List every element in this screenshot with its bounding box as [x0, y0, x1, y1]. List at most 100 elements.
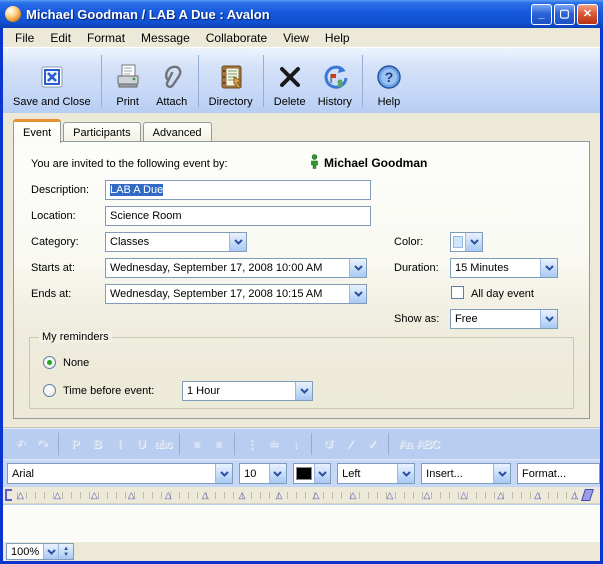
toolbar-separator — [311, 433, 312, 455]
chevron-down-icon[interactable] — [349, 285, 366, 303]
tab-stop-marker[interactable]: △ — [571, 489, 578, 502]
tab-stop-marker[interactable]: △ — [349, 489, 356, 502]
splitter-handle[interactable]: ▲ — [3, 420, 600, 428]
menu-message[interactable]: Message — [133, 30, 198, 46]
reminder-time-select[interactable]: 1 Hour — [182, 381, 313, 401]
chevron-down-icon[interactable] — [493, 464, 510, 483]
highlight-icon[interactable]: Aa — [394, 434, 416, 454]
address-book-icon — [217, 60, 245, 94]
tab-stop-marker[interactable]: △ — [128, 489, 135, 502]
tab-stop-marker[interactable]: △ — [423, 489, 430, 502]
indent-icon[interactable]: ⋮ — [240, 434, 262, 454]
all-day-checkbox[interactable] — [451, 286, 464, 299]
spellcheck-icon[interactable]: ABC — [416, 434, 439, 454]
description-label: Description: — [31, 184, 89, 196]
chevron-down-icon[interactable] — [43, 544, 58, 559]
chevron-down-icon[interactable] — [397, 464, 414, 483]
zoom-control[interactable]: 100% ▲▼ — [6, 543, 74, 560]
pen-icon[interactable]: ∕ — [339, 434, 361, 454]
reminder-time-radio[interactable] — [43, 384, 56, 397]
bullet-list-icon[interactable]: ≡ — [207, 434, 229, 454]
ends-at-select[interactable]: Wednesday, September 17, 2008 10:15 AM — [105, 284, 367, 304]
tab-stop-marker[interactable]: △ — [460, 489, 467, 502]
chevron-down-icon[interactable] — [540, 310, 557, 328]
location-value: Science Room — [110, 210, 182, 222]
tab-stop-marker[interactable]: △ — [239, 489, 246, 502]
accept-icon[interactable]: ✓ — [361, 434, 383, 454]
chevron-down-icon[interactable] — [540, 259, 557, 277]
chevron-down-icon[interactable] — [229, 233, 246, 251]
chevron-down-icon[interactable] — [295, 382, 312, 400]
tab-stop-marker[interactable]: △ — [202, 489, 209, 502]
reminder-none-radio[interactable] — [43, 356, 56, 369]
font-toolbar: Arial 10 Left Insert... Format... — [3, 459, 600, 487]
menu-file[interactable]: File — [7, 30, 42, 46]
show-as-select[interactable]: Free — [450, 309, 558, 329]
description-input[interactable]: LAB A Due — [105, 180, 371, 200]
numbered-list-icon[interactable]: ≡ — [185, 434, 207, 454]
insert-select[interactable]: Insert... — [421, 463, 511, 484]
starts-at-select[interactable]: Wednesday, September 17, 2008 10:00 AM — [105, 258, 367, 278]
delete-button[interactable]: Delete — [268, 51, 312, 111]
help-button[interactable]: ? Help — [367, 51, 411, 111]
directory-button[interactable]: Directory — [203, 51, 259, 111]
outdent-icon[interactable]: ≐ — [262, 434, 284, 454]
chevron-down-icon[interactable] — [269, 464, 286, 483]
revert-icon[interactable]: ↺ — [317, 434, 339, 454]
chevron-down-icon[interactable] — [465, 233, 482, 251]
tab-stop-marker[interactable]: △ — [54, 489, 61, 502]
ruler-right-margin-marker[interactable] — [581, 489, 594, 501]
menu-edit[interactable]: Edit — [42, 30, 79, 46]
tab-event[interactable]: Event — [13, 119, 61, 143]
strikethrough-icon[interactable]: abc — [152, 434, 174, 454]
paragraph-icon[interactable]: P — [64, 434, 86, 454]
chevron-down-icon[interactable] — [314, 464, 331, 483]
redo-icon[interactable]: ↷ — [31, 434, 53, 454]
color-select[interactable] — [450, 232, 483, 252]
message-body[interactable] — [3, 504, 600, 541]
spinner-down-icon[interactable]: ▼ — [63, 552, 69, 558]
alignment-select[interactable]: Left — [337, 463, 415, 484]
ruler-left-margin-marker[interactable] — [5, 489, 12, 501]
undo-icon[interactable]: ↶ — [9, 434, 31, 454]
tab-advanced[interactable]: Advanced — [143, 122, 212, 143]
zoom-spinner[interactable]: ▲▼ — [58, 544, 73, 559]
underline-icon[interactable]: U — [130, 434, 152, 454]
font-size-select[interactable]: 10 — [239, 463, 286, 484]
tab-stop-marker[interactable]: △ — [276, 489, 283, 502]
bold-icon[interactable]: B — [86, 434, 108, 454]
tab-stop-marker[interactable]: △ — [497, 489, 504, 502]
menu-help[interactable]: Help — [317, 30, 358, 46]
tab-participants[interactable]: Participants — [63, 122, 140, 143]
tab-stop-marker[interactable]: △ — [313, 489, 320, 502]
attach-button[interactable]: Attach — [150, 51, 194, 111]
save-and-close-button[interactable]: Save and Close — [7, 51, 97, 111]
location-input[interactable]: Science Room — [105, 206, 371, 226]
title-bar[interactable]: Michael Goodman / LAB A Due : Avalon _ ▢… — [0, 0, 603, 28]
tab-stop-marker[interactable]: △ — [17, 489, 24, 502]
tab-stop-marker[interactable]: △ — [91, 489, 98, 502]
print-button[interactable]: Print — [106, 51, 150, 111]
chevron-down-icon[interactable] — [215, 464, 232, 483]
menu-format[interactable]: Format — [79, 30, 133, 46]
category-select[interactable]: Classes — [105, 232, 247, 252]
ends-at-value: Wednesday, September 17, 2008 10:15 AM — [106, 288, 349, 300]
font-color-select[interactable] — [293, 463, 332, 484]
format-select[interactable]: Format... — [517, 463, 600, 484]
menu-view[interactable]: View — [275, 30, 317, 46]
history-button[interactable]: History — [312, 51, 358, 111]
duration-select[interactable]: 15 Minutes — [450, 258, 558, 278]
maximize-button[interactable]: ▢ — [554, 4, 575, 25]
tab-stop-marker[interactable]: △ — [386, 489, 393, 502]
italic-icon[interactable]: I — [108, 434, 130, 454]
minimize-button[interactable]: _ — [531, 4, 552, 25]
delete-x-icon — [277, 60, 303, 94]
tab-stop-marker[interactable]: △ — [534, 489, 541, 502]
close-button[interactable]: ✕ — [577, 4, 598, 25]
tab-stop-marker[interactable]: △ — [165, 489, 172, 502]
insert-below-icon[interactable]: ↓ — [284, 434, 306, 454]
save-and-close-icon — [39, 60, 65, 94]
chevron-down-icon[interactable] — [349, 259, 366, 277]
font-family-select[interactable]: Arial — [7, 463, 233, 484]
menu-collaborate[interactable]: Collaborate — [198, 30, 275, 46]
